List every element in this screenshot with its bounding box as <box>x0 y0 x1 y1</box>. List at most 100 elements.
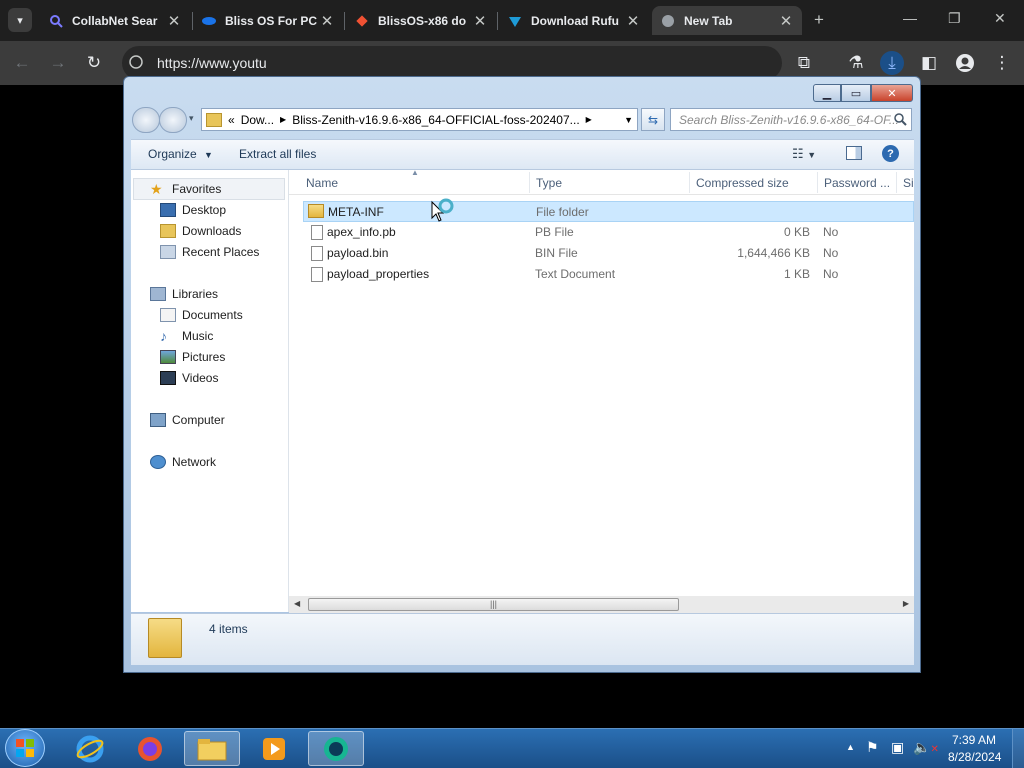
column-type[interactable]: Type <box>536 176 562 190</box>
column-size[interactable]: Si <box>903 176 914 190</box>
network-status-icon[interactable]: ▣ <box>891 739 904 756</box>
tab-collabnet[interactable]: CollabNet Sear ✕ <box>40 6 190 35</box>
scroll-left-icon[interactable]: ◀ <box>294 599 300 608</box>
tab-search-button[interactable]: ▾ <box>8 8 32 32</box>
media-player-icon[interactable] <box>246 731 302 766</box>
clock-time[interactable]: 7:39 AM <box>952 733 996 747</box>
tab-download-rufus[interactable]: Download Rufu ✕ <box>499 6 649 35</box>
table-row[interactable]: META-INF File folder <box>303 201 914 222</box>
column-password[interactable]: Password ... <box>824 176 890 190</box>
volume-muted-icon[interactable]: 🔈✕ <box>913 739 939 756</box>
scroll-right-icon[interactable]: ▶ <box>903 599 909 608</box>
search-icon[interactable] <box>893 112 907 129</box>
profile-avatar-icon[interactable] <box>953 51 977 75</box>
desktop-icon <box>160 203 176 217</box>
tab-bliss-os[interactable]: Bliss OS For PC ✕ <box>193 6 343 35</box>
music-note-icon: ♪ <box>160 328 167 344</box>
column-divider[interactable] <box>689 172 690 193</box>
table-row[interactable]: payload_properties Text Document 1 KB No <box>303 264 914 285</box>
close-icon[interactable]: ✕ <box>871 84 913 102</box>
forward-arrow-icon[interactable]: → <box>46 51 70 75</box>
nav-recent-places[interactable]: Recent Places <box>160 242 259 262</box>
close-icon[interactable]: ✕ <box>625 12 641 30</box>
nav-documents[interactable]: Documents <box>160 305 243 325</box>
extract-all-files-button[interactable]: Extract all files <box>239 147 316 161</box>
tab-new-tab[interactable]: New Tab ✕ <box>652 6 802 35</box>
breadcrumb-downloads[interactable]: Dow... <box>241 113 274 127</box>
show-desktop-button[interactable] <box>1012 729 1024 768</box>
site-info-icon[interactable] <box>128 54 144 70</box>
nav-desktop[interactable]: Desktop <box>160 200 226 220</box>
restore-window-icon[interactable]: ❐ <box>948 10 961 27</box>
nav-music[interactable]: ♪ Music <box>160 326 213 346</box>
nav-label: Network <box>172 455 217 469</box>
extensions-icon[interactable]: ⧉ <box>792 51 816 75</box>
recent-pages-dropdown-icon[interactable]: ▾ <box>189 113 194 124</box>
column-name[interactable]: Name <box>306 176 338 190</box>
nav-label: Favorites <box>172 182 222 196</box>
download-icon[interactable]: ⤓ <box>880 51 904 75</box>
minimize-icon[interactable]: ▁ <box>813 84 841 102</box>
close-icon[interactable]: ✕ <box>472 12 488 30</box>
show-hidden-icons-icon[interactable]: ▲ <box>846 742 855 752</box>
nav-videos[interactable]: Videos <box>160 368 218 388</box>
app-taskbar-icon[interactable] <box>308 731 364 766</box>
horizontal-scrollbar[interactable]: ◀ ||| ▶ <box>289 596 914 613</box>
file-type: PB File <box>535 225 574 239</box>
column-divider[interactable] <box>817 172 818 193</box>
overflow-chevron-icon[interactable]: « <box>228 113 235 127</box>
nav-pictures[interactable]: Pictures <box>160 347 225 367</box>
organize-button[interactable]: Organize ▼ <box>148 147 213 161</box>
nav-computer[interactable]: Computer <box>150 410 225 430</box>
column-divider[interactable] <box>896 172 897 193</box>
explorer-taskbar-icon[interactable] <box>184 731 240 766</box>
new-tab-plus-icon[interactable]: + <box>807 8 831 32</box>
table-row[interactable]: payload.bin BIN File 1,644,466 KB No <box>303 243 914 264</box>
start-button-icon[interactable] <box>5 729 45 767</box>
compressed-size: 1,644,466 KB <box>737 246 810 260</box>
nav-network[interactable]: Network <box>150 452 216 472</box>
magnifier-icon <box>48 13 64 29</box>
clock-date[interactable]: 8/28/2024 <box>948 750 1001 764</box>
help-icon[interactable]: ? <box>882 145 899 162</box>
refresh-icon[interactable]: ⇆ <box>641 108 665 131</box>
recent-places-icon <box>160 245 176 259</box>
preview-pane-icon[interactable] <box>846 146 862 160</box>
internet-explorer-icon[interactable] <box>62 731 118 766</box>
view-options-icon[interactable]: ☷ ▼ <box>792 146 816 162</box>
action-center-flag-icon[interactable]: ⚑ <box>866 739 879 756</box>
maximize-icon[interactable]: ▭ <box>841 84 871 102</box>
breadcrumb-separator-icon[interactable]: ▶ <box>280 115 286 124</box>
minimize-window-icon[interactable]: — <box>903 10 917 26</box>
table-row[interactable]: apex_info.pb PB File 0 KB No <box>303 222 914 243</box>
close-icon[interactable]: ✕ <box>319 12 335 30</box>
column-divider[interactable] <box>529 172 530 193</box>
menu-kebab-icon[interactable]: ⋮ <box>990 51 1014 75</box>
breadcrumb[interactable]: « Dow... ▶ Bliss-Zenith-v16.9.6-x86_64-O… <box>201 108 638 131</box>
scroll-thumb[interactable]: ||| <box>308 598 679 611</box>
tab-blissos-download[interactable]: BlissOS-x86 do ✕ <box>346 6 496 35</box>
browser-tab-strip: ▾ CollabNet Sear ✕ Bliss OS For PC ✕ Bli… <box>0 0 1024 41</box>
close-icon[interactable]: ✕ <box>778 12 794 30</box>
search-input[interactable]: Search Bliss-Zenith-v16.9.6-x86_64-OF... <box>670 108 912 131</box>
back-button[interactable] <box>132 107 160 133</box>
side-panel-icon[interactable]: ◧ <box>917 51 941 75</box>
reload-icon[interactable]: ↻ <box>82 51 106 75</box>
nav-favorites[interactable]: ★ Favorites <box>150 179 221 199</box>
nav-libraries[interactable]: Libraries <box>150 284 218 304</box>
file-name: payload.bin <box>327 246 389 260</box>
column-compressed-size[interactable]: Compressed size <box>696 176 789 190</box>
back-arrow-icon[interactable]: ← <box>10 51 34 75</box>
breadcrumb-archive[interactable]: Bliss-Zenith-v16.9.6-x86_64-OFFICIAL-fos… <box>292 113 579 127</box>
address-dropdown-icon[interactable]: ▼ <box>624 115 633 125</box>
tab-divider <box>497 12 498 30</box>
close-icon[interactable]: ✕ <box>166 12 182 30</box>
nav-downloads[interactable]: Downloads <box>160 221 241 241</box>
breadcrumb-separator-icon[interactable]: ▶ <box>586 115 592 124</box>
close-window-icon[interactable]: ✕ <box>994 10 1006 27</box>
labs-flask-icon[interactable]: ⚗ <box>844 51 868 75</box>
compressed-size: 1 KB <box>783 267 810 281</box>
tab-title: New Tab <box>684 13 733 28</box>
forward-button[interactable] <box>159 107 187 133</box>
firefox-icon[interactable] <box>122 731 178 766</box>
